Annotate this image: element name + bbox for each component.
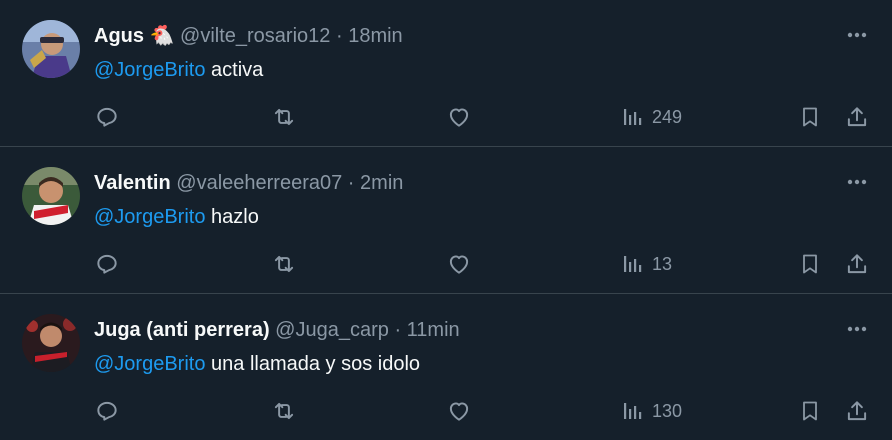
tweet[interactable]: Juga (anti perrera) @Juga_carp · 11min @… [0, 294, 892, 440]
heart-icon [449, 402, 469, 421]
tweet-text-content: activa [211, 59, 264, 81]
views-chart-icon [624, 256, 642, 272]
tweet-header: Juga (anti perrera) @Juga_carp · 11min [94, 316, 832, 344]
retweet-button[interactable] [270, 396, 298, 426]
bookmark-icon [803, 254, 817, 274]
retweet-button[interactable] [270, 249, 298, 279]
avatar[interactable] [22, 314, 80, 372]
more-dots-icon[interactable] [844, 316, 870, 342]
bookmark-icon [803, 401, 817, 421]
more-dots-icon[interactable] [844, 22, 870, 48]
handle[interactable]: @valeeherreera07 [176, 172, 342, 194]
mention-link[interactable]: @JorgeBrito [94, 353, 205, 375]
tweet-text: @JorgeBrito hazlo [94, 203, 259, 231]
reply-icon [97, 254, 117, 274]
reply-button[interactable] [94, 249, 120, 279]
views-button[interactable]: 130 [622, 396, 682, 426]
timestamp[interactable]: 18min [348, 25, 402, 47]
bookmark-icon [803, 107, 817, 127]
share-button[interactable] [844, 102, 870, 132]
handle[interactable]: @Juga_carp [275, 319, 389, 341]
tweet-actions: 13 [0, 249, 892, 279]
views-chart-icon [624, 109, 642, 125]
tweet-header: Agus 🐔 @vilte_rosario12 · 18min [94, 22, 832, 50]
like-button[interactable] [446, 396, 472, 426]
separator-dot: · [347, 172, 355, 194]
views-count: 249 [652, 106, 683, 127]
share-icon [847, 254, 867, 274]
timestamp[interactable]: 11min [407, 319, 460, 341]
timestamp[interactable]: 2min [360, 172, 403, 194]
views-chart-icon [624, 403, 642, 419]
share-icon [847, 401, 867, 421]
timeline: Agus 🐔 @vilte_rosario12 · 18min @JorgeBr… [0, 0, 892, 440]
display-name[interactable]: Juga (anti perrera) [94, 319, 270, 341]
bookmark-button[interactable] [798, 249, 822, 279]
retweet-icon [274, 108, 294, 126]
mention-link[interactable]: @JorgeBrito [94, 206, 205, 228]
separator-dot: · [394, 319, 402, 341]
reply-button[interactable] [94, 102, 120, 132]
views-button[interactable]: 249 [622, 102, 682, 132]
heart-icon [449, 108, 469, 127]
tweet-actions: 249 [0, 102, 892, 132]
more-dots-icon[interactable] [844, 169, 870, 195]
bookmark-button[interactable] [798, 102, 822, 132]
tweet[interactable]: Agus 🐔 @vilte_rosario12 · 18min @JorgeBr… [0, 0, 892, 147]
views-count: 130 [652, 400, 683, 421]
retweet-icon [274, 402, 294, 420]
share-button[interactable] [844, 249, 870, 279]
tweet[interactable]: Valentin @valeeherreera07 · 2min @JorgeB… [0, 147, 892, 294]
heart-icon [449, 255, 469, 274]
retweet-button[interactable] [270, 102, 298, 132]
tweet-text: @JorgeBrito activa [94, 56, 263, 84]
like-button[interactable] [446, 249, 472, 279]
tweet-text-content: una llamada y sos idolo [211, 353, 421, 375]
retweet-icon [274, 255, 294, 273]
separator-dot: · [335, 25, 343, 47]
reply-icon [97, 401, 117, 421]
share-button[interactable] [844, 396, 870, 426]
share-icon [847, 107, 867, 127]
handle[interactable]: @vilte_rosario12 [180, 25, 330, 47]
display-name[interactable]: Valentin [94, 172, 171, 194]
views-count: 13 [652, 253, 673, 274]
avatar[interactable] [22, 20, 80, 78]
tweet-header: Valentin @valeeherreera07 · 2min [94, 169, 832, 197]
bookmark-button[interactable] [798, 396, 822, 426]
tweet-actions: 130 [0, 396, 892, 426]
reply-icon [97, 107, 117, 127]
avatar[interactable] [22, 167, 80, 225]
reply-button[interactable] [94, 396, 120, 426]
tweet-text-content: hazlo [211, 206, 259, 228]
tweet-text: @JorgeBrito una llamada y sos idolo [94, 350, 420, 378]
like-button[interactable] [446, 102, 472, 132]
mention-link[interactable]: @JorgeBrito [94, 59, 205, 81]
views-button[interactable]: 13 [622, 249, 672, 279]
display-name[interactable]: Agus 🐔 [94, 25, 174, 47]
